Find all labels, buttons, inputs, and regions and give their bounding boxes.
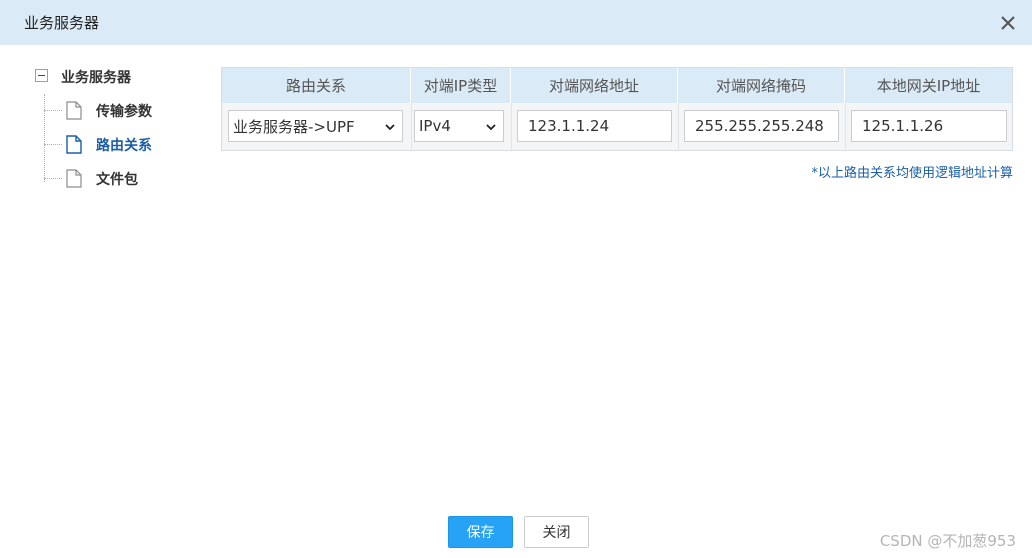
- tree-root-label[interactable]: 业务服务器: [61, 67, 131, 87]
- tree-connector: [44, 94, 45, 182]
- column-header-gateway: 本地网关IP地址: [845, 68, 1012, 103]
- peer-network-mask-input[interactable]: 255.255.255.248: [684, 110, 839, 142]
- peer-network-address-value: 123.1.1.24: [528, 117, 610, 135]
- document-icon: [66, 101, 82, 120]
- column-divider: [511, 103, 512, 150]
- chevron-down-icon: [486, 124, 496, 131]
- watermark: CSDN @不加葱953: [879, 532, 1016, 550]
- document-icon: [66, 135, 82, 154]
- dialog: 业务服务器 业务服务器 传输参数 路由关系 文件包 路由关系 对端IP类型 对端…: [0, 0, 1032, 558]
- column-divider: [411, 103, 412, 150]
- peer-network-mask-value: 255.255.255.248: [695, 117, 824, 135]
- close-icon[interactable]: [996, 11, 1020, 35]
- tree-connector: [44, 110, 62, 111]
- route-select-value: 业务服务器->UPF: [233, 117, 355, 136]
- ip-type-select-value: IPv4: [419, 117, 451, 135]
- column-divider: [845, 103, 846, 150]
- title-bar: 业务服务器: [0, 0, 1032, 45]
- local-gateway-ip-input[interactable]: 125.1.1.26: [851, 110, 1007, 142]
- route-select[interactable]: 业务服务器->UPF: [228, 110, 403, 142]
- routing-table: 路由关系 对端IP类型 对端网络地址 对端网络掩码 本地网关IP地址 业务服务器…: [221, 67, 1013, 151]
- column-divider: [678, 103, 679, 150]
- collapse-icon[interactable]: [35, 69, 48, 82]
- peer-network-address-input[interactable]: 123.1.1.24: [517, 110, 672, 142]
- close-button[interactable]: 关闭: [524, 516, 589, 548]
- column-header-ip-type: 对端IP类型: [411, 68, 511, 103]
- dialog-title: 业务服务器: [24, 14, 100, 32]
- local-gateway-ip-value: 125.1.1.26: [862, 117, 944, 135]
- document-icon: [66, 169, 82, 188]
- ip-type-select[interactable]: IPv4: [414, 110, 504, 142]
- tree-connector: [44, 144, 62, 145]
- tree-connector: [44, 178, 62, 179]
- column-header-peer-mask: 对端网络掩码: [678, 68, 845, 103]
- tree-item-routing[interactable]: 路由关系: [96, 135, 152, 155]
- column-header-peer-address: 对端网络地址: [511, 68, 678, 103]
- chevron-down-icon: [385, 124, 395, 131]
- footnote: *以上路由关系均使用逻辑地址计算: [811, 166, 1013, 181]
- tree-item-file-package[interactable]: 文件包: [96, 169, 138, 189]
- tree-item-transmission-params[interactable]: 传输参数: [96, 101, 152, 121]
- save-button[interactable]: 保存: [448, 516, 513, 548]
- column-header-route: 路由关系: [222, 68, 411, 103]
